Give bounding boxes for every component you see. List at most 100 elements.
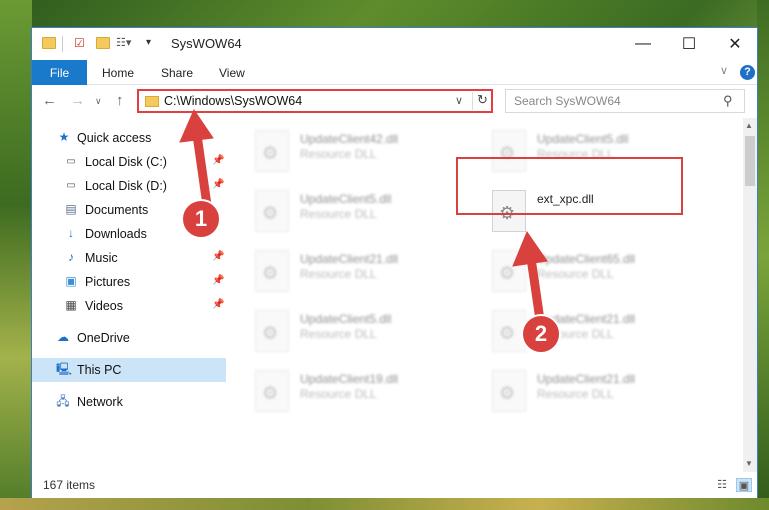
file-tile[interactable]: ⚙ UpdateClient21.dll Resource DLL xyxy=(255,246,485,298)
dll-file-icon: ⚙ xyxy=(492,370,526,412)
recent-locations-chevron-icon[interactable]: ∨ xyxy=(95,96,102,107)
title-bar: ☑ ☷▾ ▾ SysWOW64 — ☐ ✕ xyxy=(32,28,757,60)
drive-icon: ▭ xyxy=(66,180,76,191)
details-view-icon[interactable]: ☷ xyxy=(714,478,730,492)
sidebar-item-label: Network xyxy=(77,395,123,409)
sidebar-item-videos[interactable]: ▦ Videos 📌 xyxy=(32,294,226,318)
address-dropdown-icon[interactable]: ∨ xyxy=(455,94,463,107)
tab-view[interactable]: View xyxy=(219,66,245,80)
music-icon: ♪ xyxy=(68,250,74,264)
maximize-button[interactable]: ☐ xyxy=(666,28,712,59)
customize-toolbar-icon[interactable]: ☷▾ xyxy=(116,37,131,49)
up-arrow-icon[interactable]: ↑ xyxy=(116,92,124,109)
refresh-icon[interactable]: ↻ xyxy=(472,92,492,110)
file-name: UpdateClient21.dll xyxy=(537,372,636,386)
sidebar-item-label: Local Disk (C:) xyxy=(85,155,167,169)
sidebar-item-this-pc[interactable]: 🖳 This PC xyxy=(32,358,226,382)
file-name: UpdateClient65.dll xyxy=(537,252,636,266)
window-title: SysWOW64 xyxy=(171,36,242,51)
file-name: UpdateClient5.dll xyxy=(300,192,392,206)
file-name: UpdateClient19.dll xyxy=(300,372,399,386)
vertical-scrollbar[interactable]: ▲ ▼ xyxy=(743,118,757,472)
pin-icon: 📌 xyxy=(212,155,225,166)
file-tile[interactable]: ⚙ UpdateClient5.dll Resource DLL xyxy=(255,186,485,238)
pin-icon: 📌 xyxy=(212,251,225,262)
new-folder-icon[interactable] xyxy=(96,37,110,49)
file-tile[interactable]: ⚙ UpdateClient65.dll Resource DLL xyxy=(492,246,722,298)
pin-icon: 📌 xyxy=(212,275,225,286)
scroll-down-icon[interactable]: ▼ xyxy=(745,459,753,468)
sidebar-item-onedrive[interactable]: ☁ OneDrive xyxy=(32,326,226,350)
chevron-down-icon[interactable]: ▾ xyxy=(146,37,160,49)
videos-icon: ▦ xyxy=(65,298,77,312)
search-icon[interactable]: ⚲ xyxy=(723,93,733,109)
pin-icon: 📌 xyxy=(212,299,225,310)
drive-icon: ▭ xyxy=(66,156,76,167)
sidebar-item-label: Documents xyxy=(85,203,149,217)
callout-badge-2: 2 xyxy=(521,314,561,354)
scrollbar-thumb[interactable] xyxy=(745,136,755,186)
forward-arrow-icon[interactable]: → xyxy=(70,92,85,109)
back-arrow-icon[interactable]: ← xyxy=(42,92,57,109)
folder-icon xyxy=(42,37,56,49)
file-type: Resource DLL xyxy=(537,267,614,281)
sidebar-item-label: Local Disk (D:) xyxy=(85,179,167,193)
address-path[interactable]: C:\Windows\SysWOW64 xyxy=(164,94,302,108)
download-icon: ↓ xyxy=(68,226,74,240)
tab-share[interactable]: Share xyxy=(161,66,193,80)
sidebar-item-label: OneDrive xyxy=(77,331,130,345)
file-name: UpdateClient42.dll xyxy=(300,132,399,146)
desktop-background-left xyxy=(0,0,32,510)
desktop-background-right xyxy=(757,0,769,510)
sidebar-item-local-disk-c[interactable]: ▭ Local Disk (C:) 📌 xyxy=(32,150,226,174)
search-input[interactable]: Search SysWOW64 xyxy=(514,94,621,108)
sidebar-item-label: Quick access xyxy=(77,131,152,145)
file-type: Resource DLL xyxy=(300,327,377,341)
address-bar[interactable]: C:\Windows\SysWOW64 ∨ ↻ xyxy=(137,89,493,113)
sidebar-item-quick-access[interactable]: ★ Quick access xyxy=(32,126,226,150)
help-icon[interactable]: ? xyxy=(740,65,755,80)
sidebar-item-pictures[interactable]: ▣ Pictures 📌 xyxy=(32,270,226,294)
sidebar-item-label: Downloads xyxy=(85,227,147,241)
sidebar-item-label: This PC xyxy=(77,363,122,377)
dll-file-icon: ⚙ xyxy=(255,370,289,412)
sidebar-item-network[interactable]: 🖧 Network xyxy=(32,390,226,414)
close-button[interactable]: ✕ xyxy=(712,28,758,59)
tab-home[interactable]: Home xyxy=(102,66,134,80)
sidebar-item-music[interactable]: ♪ Music 📌 xyxy=(32,246,226,270)
file-name: UpdateClient5.dll xyxy=(300,312,392,326)
pin-icon: 📌 xyxy=(212,179,225,190)
documents-icon: ▤ xyxy=(65,202,77,216)
minimize-button[interactable]: — xyxy=(620,28,666,59)
sidebar-item-label: Videos xyxy=(85,299,123,313)
folder-icon xyxy=(145,96,159,107)
network-icon: 🖧 xyxy=(56,394,70,408)
large-icons-view-icon[interactable]: ▣ xyxy=(736,478,752,492)
navigation-bar: ← → ∨ ↑ C:\Windows\SysWOW64 ∨ ↻ Search S… xyxy=(32,86,757,117)
dll-file-icon: ⚙ xyxy=(255,130,289,172)
toolbar-separator xyxy=(62,36,63,52)
file-highlight-box xyxy=(456,157,683,215)
file-tile[interactable]: ⚙ UpdateClient5.dll Resource DLL xyxy=(255,306,485,358)
search-box[interactable]: Search SysWOW64 ⚲ xyxy=(505,89,745,113)
scroll-up-icon[interactable]: ▲ xyxy=(745,121,753,130)
file-tile[interactable]: ⚙ UpdateClient42.dll Resource DLL xyxy=(255,126,485,178)
file-type: Resource DLL xyxy=(537,387,614,401)
dll-file-icon: ⚙ xyxy=(255,190,289,232)
tab-file[interactable]: File xyxy=(32,60,87,85)
file-tile[interactable]: ⚙ UpdateClient21.dll Resource DLL xyxy=(492,366,722,418)
item-count: 167 items xyxy=(43,478,96,492)
expand-ribbon-icon[interactable]: ∨ xyxy=(720,64,728,77)
desktop-background-bottom xyxy=(0,498,769,510)
properties-check-icon[interactable]: ☑ xyxy=(74,37,88,49)
file-type: Resource DLL xyxy=(300,207,377,221)
ribbon-tabs: File Home Share View ∨ ? xyxy=(32,60,757,85)
file-name: UpdateClient21.dll xyxy=(300,252,399,266)
status-bar: 167 items ☷ ▣ xyxy=(32,473,757,498)
computer-icon: 🖳 xyxy=(56,362,73,376)
sidebar-item-label: Pictures xyxy=(85,275,131,289)
sidebar-item-local-disk-d[interactable]: ▭ Local Disk (D:) 📌 xyxy=(32,174,226,198)
star-icon: ★ xyxy=(58,130,70,144)
callout-badge-1: 1 xyxy=(181,199,221,239)
file-tile[interactable]: ⚙ UpdateClient19.dll Resource DLL xyxy=(255,366,485,418)
